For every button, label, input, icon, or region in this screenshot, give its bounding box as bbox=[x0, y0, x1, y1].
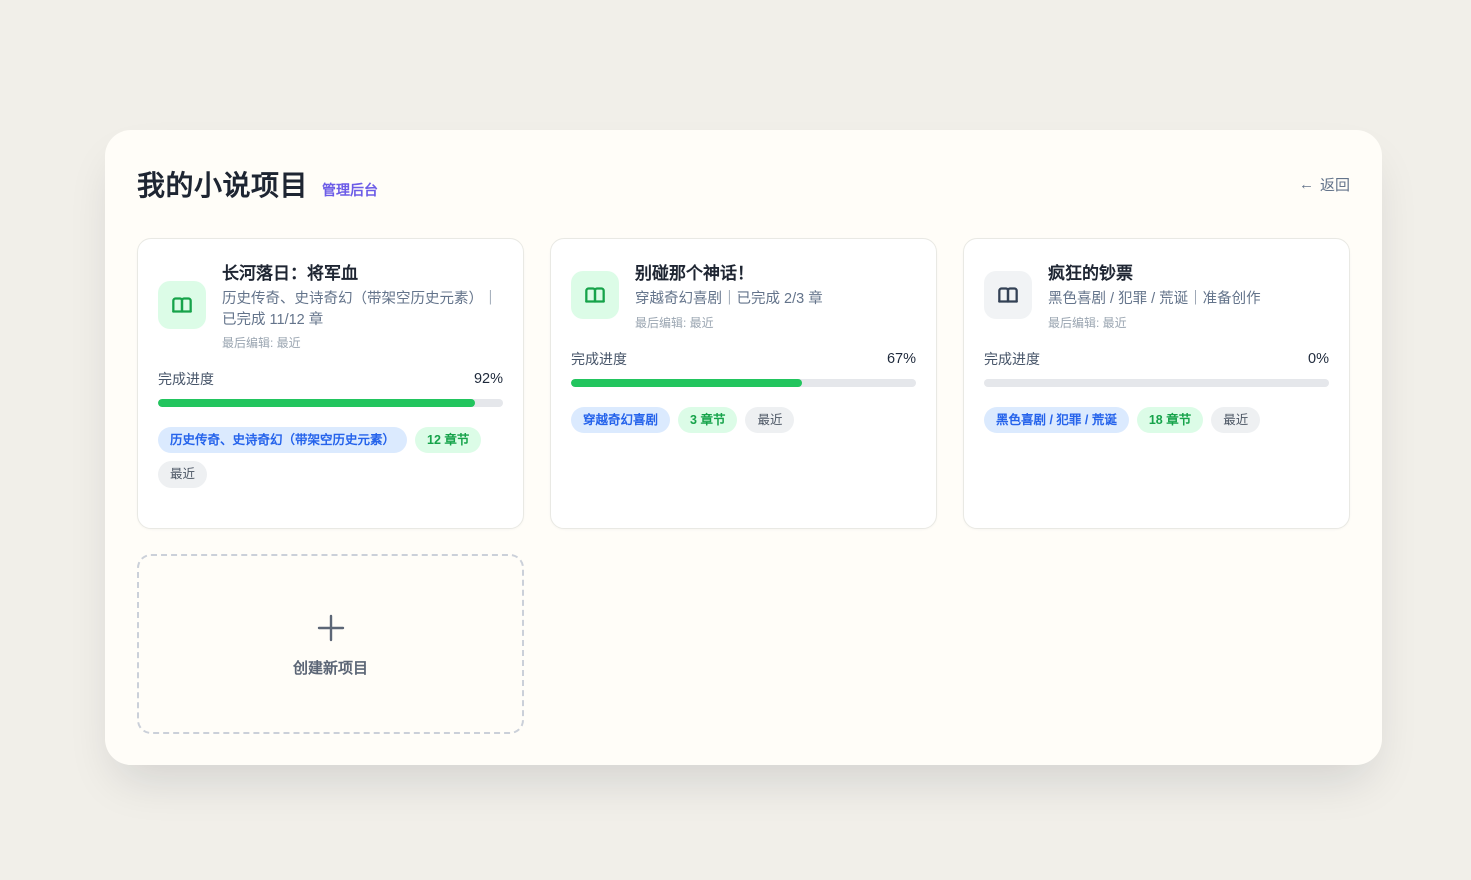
tag-pill: 18 章节 bbox=[1137, 407, 1203, 433]
tag-pill: 历史传奇、史诗奇幻（带架空历史元素） bbox=[158, 427, 407, 453]
projects-panel: 我的小说项目 管理后台 ← 返回 长河落日：将军血 历史传奇、史诗奇幻（带架空历… bbox=[105, 130, 1382, 765]
title-row: 我的小说项目 管理后台 bbox=[137, 164, 378, 204]
progress-bar-fill bbox=[158, 399, 475, 407]
progress-percent: 67% bbox=[887, 351, 916, 367]
progress-bar-track bbox=[158, 399, 503, 407]
panel-header: 我的小说项目 管理后台 ← 返回 bbox=[137, 164, 1350, 204]
project-subtitle: 历史传奇、史诗奇幻（带架空历史元素）｜已完成 11/12 章 bbox=[222, 289, 503, 330]
create-project-card[interactable]: 创建新项目 bbox=[137, 554, 524, 734]
project-tags: 历史传奇、史诗奇幻（带架空历史元素） 12 章节最近 bbox=[158, 427, 503, 488]
tag-pill: 最近 bbox=[745, 407, 794, 433]
project-last-edited: 最后编辑: 最近 bbox=[222, 334, 503, 351]
project-card[interactable]: 疯狂的钞票 黑色喜剧 / 犯罪 / 荒诞｜准备创作 最后编辑: 最近 完成进度 … bbox=[963, 238, 1350, 529]
project-title: 长河落日：将军血 bbox=[222, 259, 503, 284]
project-tags: 穿越奇幻喜剧 3 章节最近 bbox=[571, 407, 916, 433]
progress-label: 完成进度 bbox=[571, 349, 627, 369]
card-header: 疯狂的钞票 黑色喜剧 / 犯罪 / 荒诞｜准备创作 最后编辑: 最近 bbox=[984, 259, 1329, 331]
project-card[interactable]: 长河落日：将军血 历史传奇、史诗奇幻（带架空历史元素）｜已完成 11/12 章 … bbox=[137, 238, 524, 529]
tag-pill: 3 章节 bbox=[678, 407, 737, 433]
back-link[interactable]: ← 返回 bbox=[1299, 174, 1350, 195]
back-link-label: 返回 bbox=[1320, 174, 1350, 195]
project-card[interactable]: 别碰那个神话！ 穿越奇幻喜剧｜已完成 2/3 章 最后编辑: 最近 完成进度 6… bbox=[550, 238, 937, 529]
project-subtitle: 穿越奇幻喜剧｜已完成 2/3 章 bbox=[635, 289, 916, 310]
project-last-edited: 最后编辑: 最近 bbox=[635, 314, 916, 331]
page-title: 我的小说项目 bbox=[137, 164, 308, 204]
progress-bar-track bbox=[984, 379, 1329, 387]
progress-bar-fill bbox=[571, 379, 802, 387]
projects-grid: 长河落日：将军血 历史传奇、史诗奇幻（带架空历史元素）｜已完成 11/12 章 … bbox=[137, 238, 1350, 734]
book-icon bbox=[571, 271, 619, 319]
tag-pill: 穿越奇幻喜剧 bbox=[571, 407, 670, 433]
progress-percent: 0% bbox=[1308, 351, 1329, 367]
project-title: 疯狂的钞票 bbox=[1048, 259, 1329, 284]
project-title: 别碰那个神话！ bbox=[635, 259, 916, 284]
plus-icon bbox=[314, 611, 348, 645]
card-header: 别碰那个神话！ 穿越奇幻喜剧｜已完成 2/3 章 最后编辑: 最近 bbox=[571, 259, 916, 331]
project-last-edited: 最后编辑: 最近 bbox=[1048, 314, 1329, 331]
progress-label: 完成进度 bbox=[984, 349, 1040, 369]
tag-pill: 最近 bbox=[158, 461, 207, 487]
progress-label: 完成进度 bbox=[158, 369, 214, 389]
tag-pill: 最近 bbox=[1211, 407, 1260, 433]
book-icon bbox=[984, 271, 1032, 319]
book-icon bbox=[158, 281, 206, 329]
admin-backend-link[interactable]: 管理后台 bbox=[322, 180, 378, 200]
tag-pill: 12 章节 bbox=[415, 427, 481, 453]
project-tags: 黑色喜剧 / 犯罪 / 荒诞 18 章节最近 bbox=[984, 407, 1329, 433]
progress-bar-track bbox=[571, 379, 916, 387]
create-project-label: 创建新项目 bbox=[293, 657, 368, 678]
project-subtitle: 黑色喜剧 / 犯罪 / 荒诞｜准备创作 bbox=[1048, 289, 1329, 310]
card-header: 长河落日：将军血 历史传奇、史诗奇幻（带架空历史元素）｜已完成 11/12 章 … bbox=[158, 259, 503, 351]
progress-percent: 92% bbox=[474, 371, 503, 387]
tag-pill: 黑色喜剧 / 犯罪 / 荒诞 bbox=[984, 407, 1129, 433]
back-arrow-icon: ← bbox=[1299, 176, 1314, 193]
